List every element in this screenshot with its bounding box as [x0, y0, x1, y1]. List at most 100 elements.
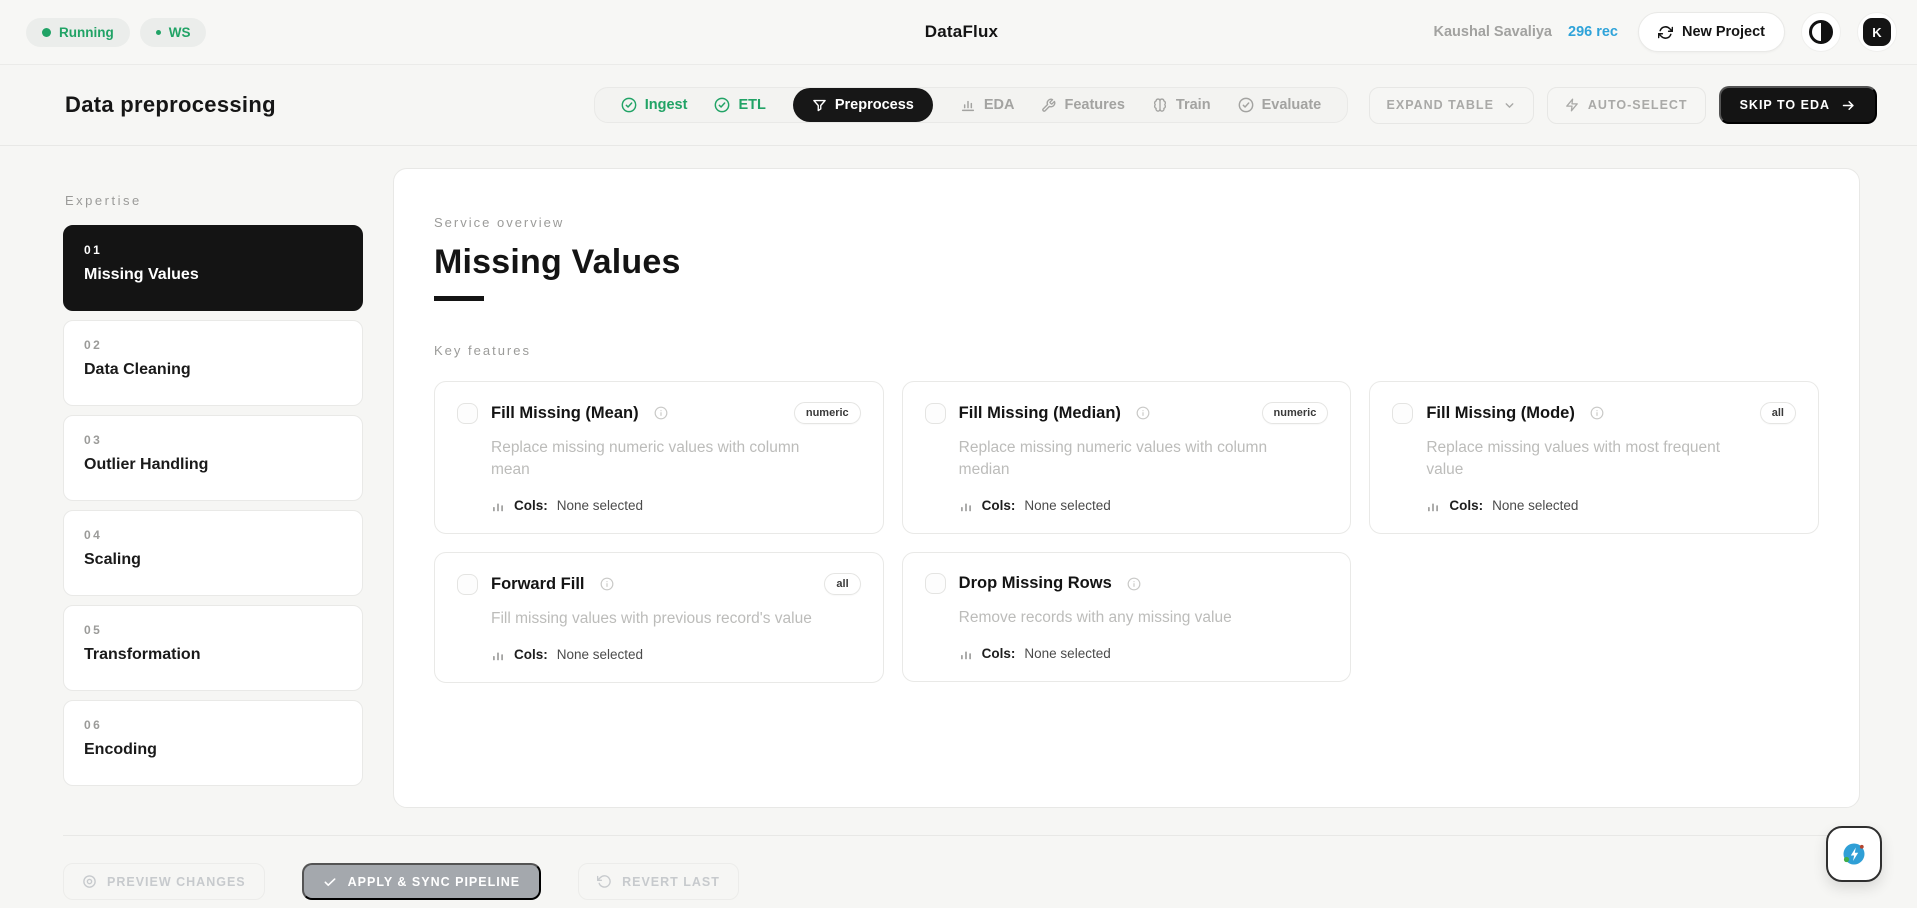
scope-badge: all	[824, 573, 860, 595]
expand-table-button[interactable]: EXPAND TABLE	[1369, 87, 1534, 124]
key-features-label: Key features	[434, 343, 1819, 358]
workspace-badge: WS	[140, 18, 207, 47]
running-status-badge: Running	[26, 18, 130, 47]
feature-description: Replace missing numeric values with colu…	[959, 437, 1329, 481]
action-footer: PREVIEW CHANGES APPLY & SYNC PIPELINE RE…	[63, 835, 1877, 900]
tab-ingest[interactable]: Ingest	[621, 97, 688, 113]
step-number: 05	[84, 623, 342, 637]
step-number: 06	[84, 718, 342, 732]
step-label: Encoding	[84, 741, 342, 759]
cols-value: None selected	[1492, 498, 1578, 513]
service-overview-panel: Service overview Missing Values Key feat…	[393, 168, 1860, 808]
tab-train-label: Train	[1176, 97, 1211, 113]
feature-checkbox[interactable]	[457, 574, 478, 595]
record-count: 296 rec	[1568, 24, 1618, 40]
info-icon[interactable]	[600, 577, 614, 591]
feature-description: Replace missing numeric values with colu…	[491, 437, 861, 481]
tab-train[interactable]: Train	[1152, 97, 1211, 113]
cols-value: None selected	[557, 647, 643, 662]
revert-last-label: REVERT LAST	[622, 875, 720, 889]
expand-table-label: EXPAND TABLE	[1387, 98, 1494, 112]
bar-chart-icon	[960, 97, 976, 113]
info-icon[interactable]	[1590, 406, 1604, 420]
info-icon[interactable]	[654, 406, 668, 420]
cols-value: None selected	[1024, 646, 1110, 661]
preview-changes-button[interactable]: PREVIEW CHANGES	[63, 863, 265, 900]
step-number: 01	[84, 243, 342, 257]
sidebar-item-scaling[interactable]: 04 Scaling	[63, 510, 363, 596]
auto-select-label: AUTO-SELECT	[1588, 98, 1688, 112]
feature-card-fill-missing-mode: Fill Missing (Mode) all Replace missing …	[1369, 381, 1819, 534]
running-status-dot-icon	[42, 28, 51, 37]
sidebar-item-outlier-handling[interactable]: 03 Outlier Handling	[63, 415, 363, 501]
auto-select-button[interactable]: AUTO-SELECT	[1547, 87, 1706, 124]
expertise-sidebar: Expertise 01 Missing Values 02 Data Clea…	[63, 168, 363, 835]
check-icon	[323, 875, 337, 889]
sidebar-label: Expertise	[65, 193, 363, 208]
workspace-label: WS	[169, 25, 191, 40]
tab-etl[interactable]: ETL	[714, 97, 765, 113]
scope-badge: numeric	[794, 402, 861, 424]
workspace-dot-icon	[156, 30, 161, 35]
cols-label: Cols:	[982, 498, 1016, 513]
feature-card-fill-missing-mean: Fill Missing (Mean) numeric Replace miss…	[434, 381, 884, 534]
sidebar-item-data-cleaning[interactable]: 02 Data Cleaning	[63, 320, 363, 406]
tab-eda[interactable]: EDA	[960, 97, 1015, 113]
apply-sync-pipeline-button[interactable]: APPLY & SYNC PIPELINE	[302, 863, 541, 900]
assistant-fab-button[interactable]	[1826, 826, 1882, 882]
columns-bar-icon	[491, 499, 505, 513]
refresh-icon	[1658, 25, 1673, 40]
cols-label: Cols:	[982, 646, 1016, 661]
new-project-button[interactable]: New Project	[1638, 12, 1785, 52]
skip-to-eda-button[interactable]: SKIP TO EDA	[1719, 86, 1877, 124]
tab-evaluate[interactable]: Evaluate	[1238, 97, 1322, 113]
top-header: Running WS DataFlux Kaushal Savaliya 296…	[0, 0, 1917, 65]
feature-checkbox[interactable]	[1392, 403, 1413, 424]
feature-card-drop-missing-rows: Drop Missing Rows Remove records with an…	[902, 552, 1352, 682]
step-number: 02	[84, 338, 342, 352]
rotate-ccw-icon	[597, 874, 612, 889]
tab-features-label: Features	[1064, 97, 1124, 113]
assistant-logo-icon	[1839, 839, 1869, 869]
wrench-icon	[1041, 98, 1056, 113]
user-avatar[interactable]: K	[1857, 12, 1897, 52]
header-status-group: Running WS	[26, 18, 925, 47]
content-area: Expertise 01 Missing Values 02 Data Clea…	[0, 146, 1917, 835]
feature-title: Fill Missing (Median)	[959, 404, 1121, 423]
columns-bar-icon	[959, 647, 973, 661]
cols-label: Cols:	[514, 498, 548, 513]
feature-checkbox[interactable]	[457, 403, 478, 424]
title-underline	[434, 296, 484, 301]
feature-description: Fill missing values with previous record…	[491, 608, 861, 630]
revert-last-button[interactable]: REVERT LAST	[578, 863, 739, 900]
chevron-down-icon	[1503, 99, 1516, 112]
pipeline-toolbar: Data preprocessing Ingest ETL Preprocess…	[0, 65, 1917, 146]
sidebar-item-transformation[interactable]: 05 Transformation	[63, 605, 363, 691]
step-label: Outlier Handling	[84, 456, 342, 474]
step-number: 03	[84, 433, 342, 447]
service-title: Missing Values	[434, 243, 1819, 282]
theme-toggle-button[interactable]	[1801, 12, 1841, 52]
info-icon[interactable]	[1127, 577, 1141, 591]
tab-preprocess-label: Preprocess	[835, 97, 914, 113]
feature-description: Replace missing values with most frequen…	[1426, 437, 1796, 481]
info-icon[interactable]	[1136, 406, 1150, 420]
tab-features[interactable]: Features	[1041, 97, 1124, 113]
tab-ingest-label: Ingest	[645, 97, 688, 113]
tab-etl-label: ETL	[738, 97, 765, 113]
step-number: 04	[84, 528, 342, 542]
sidebar-item-missing-values[interactable]: 01 Missing Values	[63, 225, 363, 311]
step-label: Transformation	[84, 646, 342, 664]
check-circle-icon	[1238, 97, 1254, 113]
cols-value: None selected	[557, 498, 643, 513]
feature-card-forward-fill: Forward Fill all Fill missing values wit…	[434, 552, 884, 683]
tab-preprocess[interactable]: Preprocess	[793, 88, 933, 122]
feature-checkbox[interactable]	[925, 403, 946, 424]
skip-to-eda-label: SKIP TO EDA	[1740, 98, 1830, 112]
header-actions: Kaushal Savaliya 296 rec New Project K	[998, 12, 1897, 52]
brain-icon	[1152, 97, 1168, 113]
user-name: Kaushal Savaliya	[1434, 24, 1553, 40]
lightning-icon	[1565, 98, 1579, 112]
feature-checkbox[interactable]	[925, 573, 946, 594]
sidebar-item-encoding[interactable]: 06 Encoding	[63, 700, 363, 786]
